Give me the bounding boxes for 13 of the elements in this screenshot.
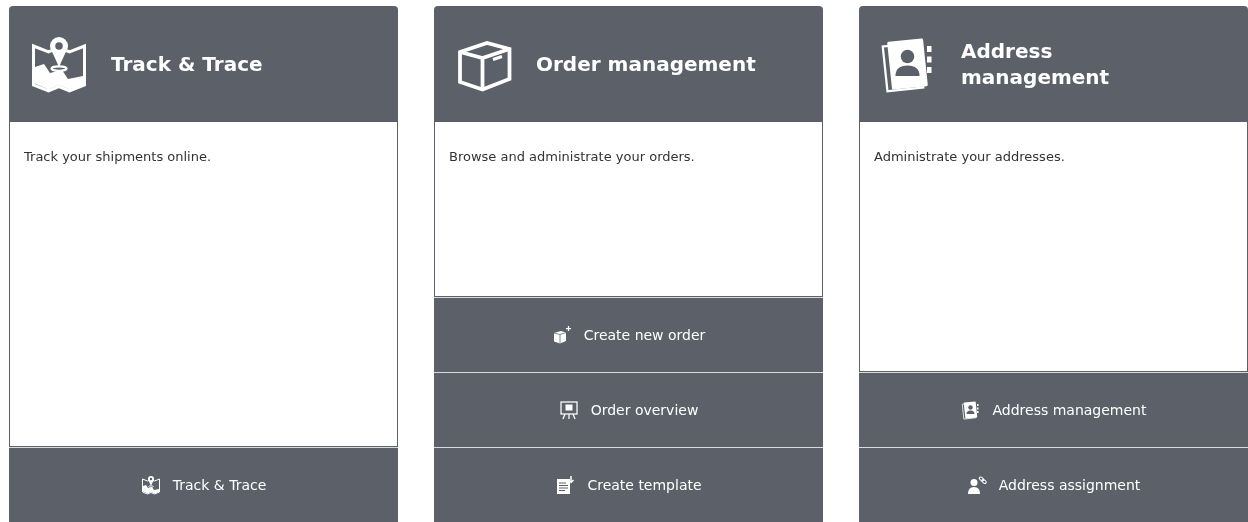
tile-title: Order management xyxy=(536,51,756,77)
document-arrow-icon xyxy=(555,475,576,495)
tile-description: Browse and administrate your orders. xyxy=(449,149,695,164)
presentation-board-icon xyxy=(558,400,579,420)
person-link-icon xyxy=(966,475,987,495)
box-plus-icon xyxy=(551,325,572,345)
map-pin-icon xyxy=(140,475,161,495)
map-pin-icon xyxy=(29,34,89,94)
tile-description: Track your shipments online. xyxy=(24,149,212,164)
tile-description: Administrate your addresses. xyxy=(874,149,1065,164)
tile-title: Address management xyxy=(961,38,1111,90)
address-book-icon xyxy=(960,400,981,420)
tile-title: Track & Trace xyxy=(111,51,263,77)
